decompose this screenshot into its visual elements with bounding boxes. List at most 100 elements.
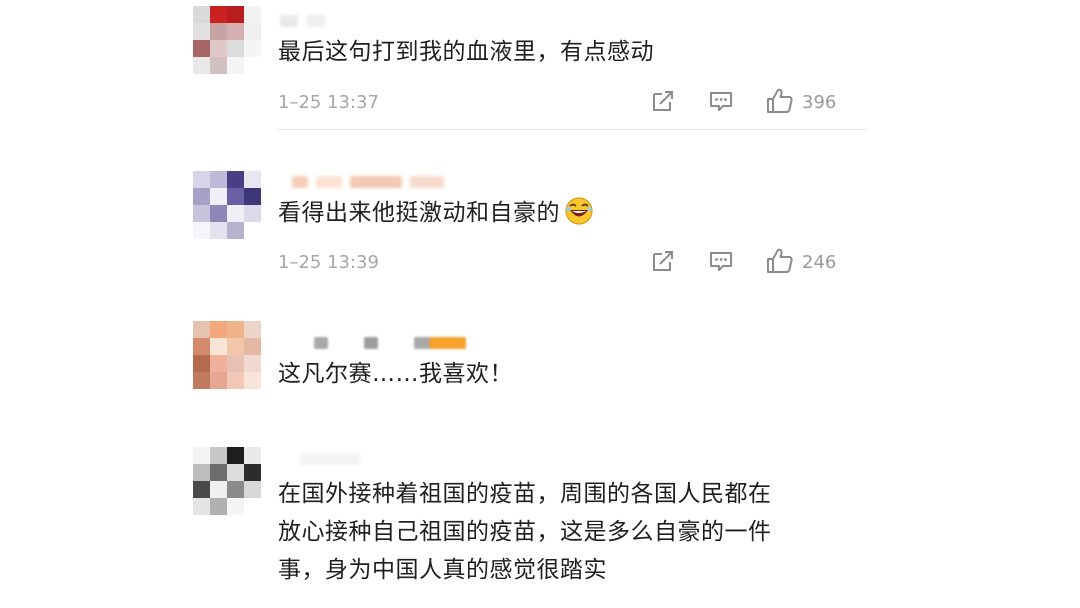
avatar-pixel	[227, 6, 244, 23]
avatar-pixel	[193, 498, 210, 515]
like-count: 246	[802, 252, 837, 273]
comment-text: 看得出来他挺激动和自豪的	[278, 194, 594, 232]
avatar-pixel	[210, 447, 227, 464]
avatar-pixel	[193, 6, 210, 23]
username-blurred[interactable]	[280, 14, 326, 28]
avatar-pixel	[210, 40, 227, 57]
avatar-pixel	[210, 481, 227, 498]
comment-icon[interactable]	[708, 88, 734, 114]
avatar-pixel	[244, 222, 261, 239]
blur-block	[364, 337, 378, 349]
comment-text: 这凡尔赛……我喜欢！	[278, 361, 513, 387]
avatar-pixel	[244, 205, 261, 222]
avatar-pixel	[193, 372, 210, 389]
avatar-pixel	[193, 222, 210, 239]
avatar-pixel	[193, 205, 210, 222]
avatar-pixel	[227, 188, 244, 205]
like-icon[interactable]	[765, 86, 795, 116]
avatar-pixel	[244, 57, 261, 74]
username-blurred[interactable]	[292, 175, 444, 189]
avatar-pixel	[210, 222, 227, 239]
avatar-pixel	[244, 447, 261, 464]
avatar[interactable]	[193, 6, 261, 74]
avatar-pixel	[210, 355, 227, 372]
username-blurred[interactable]	[314, 336, 466, 350]
avatar-pixel	[244, 338, 261, 355]
avatar-pixel	[227, 372, 244, 389]
avatar-pixel	[193, 57, 210, 74]
avatar-pixel	[210, 372, 227, 389]
avatar-pixel	[193, 23, 210, 40]
blur-block	[292, 176, 308, 188]
comment-time: 1–25 13:37	[278, 92, 379, 113]
blur-block	[350, 176, 402, 188]
blur-block	[410, 176, 444, 188]
avatar[interactable]	[193, 171, 261, 239]
avatar-pixel	[227, 205, 244, 222]
comment-actions: 1–25 13:39 246	[278, 248, 843, 278]
avatar-pixel	[227, 171, 244, 188]
comment-icon[interactable]	[708, 248, 734, 274]
avatar-pixel	[227, 23, 244, 40]
avatar-pixel	[227, 321, 244, 338]
avatar-pixel	[210, 338, 227, 355]
avatar-pixel	[244, 23, 261, 40]
avatar-pixel	[244, 6, 261, 23]
comment-time: 1–25 13:39	[278, 252, 379, 273]
avatar-pixel	[227, 222, 244, 239]
avatar-pixel	[244, 464, 261, 481]
blur-block	[300, 453, 360, 465]
avatar-pixel	[210, 23, 227, 40]
avatar-pixel	[210, 464, 227, 481]
avatar-pixel	[210, 6, 227, 23]
comment-text-line: 放心接种自己祖国的疫苗，这是多么自豪的一件	[278, 519, 772, 545]
comment-text-line: 事，身为中国人真的感觉很踏实	[278, 557, 607, 583]
avatar-pixel	[244, 188, 261, 205]
like-count: 396	[802, 92, 837, 113]
comment-actions: 1–25 13:37 396	[278, 88, 843, 118]
comment-feed: 最后这句打到我的血液里，有点感动 1–25 13:37 396 看得出来他挺激动	[0, 0, 1080, 608]
avatar-pixel	[244, 498, 261, 515]
avatar-pixel	[193, 355, 210, 372]
avatar[interactable]	[193, 447, 261, 515]
blur-block	[314, 337, 328, 349]
share-icon[interactable]	[650, 88, 676, 114]
divider	[278, 129, 866, 130]
comment-text-line: 在国外接种着祖国的疫苗，周围的各国人民都在	[278, 481, 772, 507]
avatar-pixel	[193, 481, 210, 498]
comment-text: 最后这句打到我的血液里，有点感动	[278, 39, 654, 65]
avatar-pixel	[244, 355, 261, 372]
avatar-pixel	[244, 171, 261, 188]
avatar-pixel	[244, 40, 261, 57]
blur-block	[414, 337, 466, 349]
avatar-pixel	[210, 171, 227, 188]
avatar-pixel	[227, 464, 244, 481]
avatar-pixel	[227, 481, 244, 498]
avatar-pixel	[193, 40, 210, 57]
avatar-pixel	[210, 57, 227, 74]
avatar-pixel	[227, 355, 244, 372]
avatar-pixel	[227, 338, 244, 355]
blur-block	[280, 15, 298, 27]
avatar-pixel	[210, 498, 227, 515]
comment-text-content: 看得出来他挺激动和自豪的	[278, 200, 560, 226]
avatar-pixel	[210, 321, 227, 338]
avatar-pixel	[193, 188, 210, 205]
share-icon[interactable]	[650, 248, 676, 274]
blur-block	[306, 15, 326, 27]
avatar-pixel	[227, 498, 244, 515]
avatar-pixel	[244, 321, 261, 338]
like-icon[interactable]	[765, 246, 795, 276]
avatar-pixel	[210, 188, 227, 205]
avatar[interactable]	[193, 321, 261, 389]
avatar-pixel	[227, 40, 244, 57]
comment-text: 在国外接种着祖国的疫苗，周围的各国人民都在 放心接种自己祖国的疫苗，这是多么自豪…	[278, 475, 772, 589]
username-blurred[interactable]	[300, 452, 360, 466]
avatar-pixel	[193, 321, 210, 338]
laughing-emoji-icon	[564, 196, 594, 226]
avatar-pixel	[244, 372, 261, 389]
avatar-pixel	[193, 464, 210, 481]
blur-block	[316, 176, 342, 188]
avatar-pixel	[227, 447, 244, 464]
avatar-pixel	[244, 481, 261, 498]
